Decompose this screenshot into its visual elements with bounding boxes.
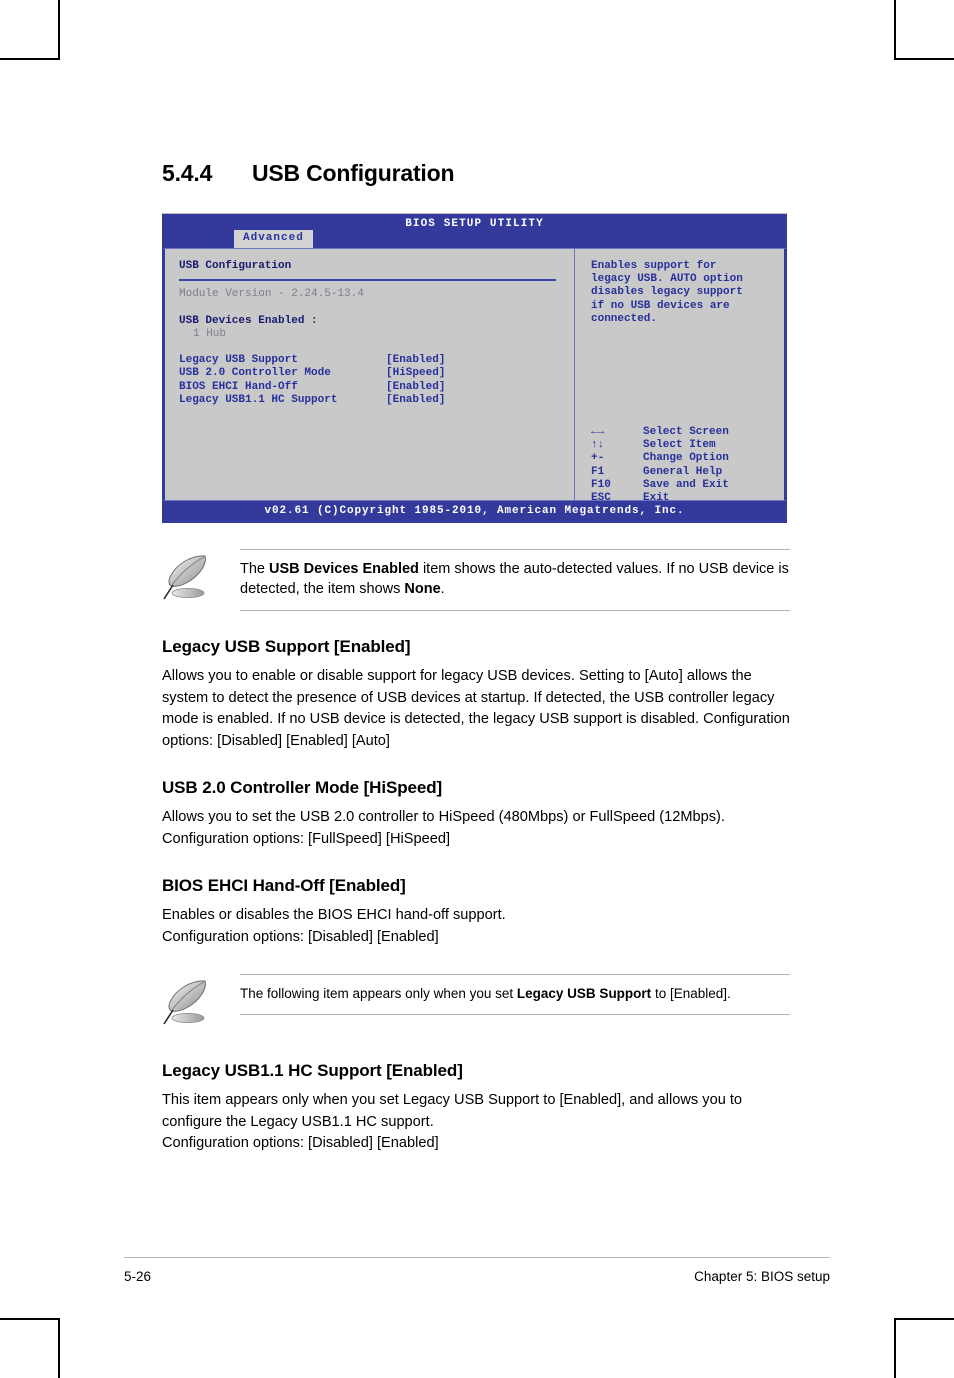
note-text: The USB Devices Enabled item shows the a…	[240, 549, 790, 611]
key-legend-row: ←→ Select Screen	[591, 426, 784, 439]
key-name: ESC	[591, 492, 611, 505]
bios-option-usb-20-controller-mode[interactable]: USB 2.0 Controller Mode [HiSpeed]	[179, 367, 574, 380]
item-body-bios-ehci-hand-off: Enables or disables the BIOS EHCI hand-o…	[162, 907, 506, 945]
crop-mark-bottom-right	[894, 1318, 954, 1378]
crop-mark-bottom-left	[0, 1318, 60, 1378]
note-box-legacy-usb-support-dependency: The following item appears only when you…	[162, 974, 790, 1031]
bios-body: USB Configuration Module Version - 2.24.…	[162, 248, 787, 504]
bios-option-legacy-usb11-hc-support[interactable]: Legacy USB1.1 HC Support [Enabled]	[179, 394, 574, 407]
page-title: 5.4.4 USB Configuration	[162, 160, 790, 187]
key-description: Select Item	[643, 439, 716, 452]
option-value: [Enabled]	[386, 380, 446, 393]
crop-mark-top-right	[894, 0, 954, 60]
option-value: [Enabled]	[386, 393, 446, 406]
page-footer: 5-26 Chapter 5: BIOS setup	[124, 1257, 830, 1284]
bios-devices-enabled-label: USB Devices Enabled :	[179, 314, 318, 327]
option-label: USB 2.0 Controller Mode	[179, 367, 331, 380]
option-label: Legacy USB Support	[179, 354, 298, 367]
note-text-part: to [Enabled].	[651, 986, 731, 1001]
key-legend-row: +- Change Option	[591, 452, 784, 465]
crop-mark-top-left	[0, 0, 60, 60]
key-legend-row: ↑↓ Select Item	[591, 439, 784, 452]
key-name: ↑↓	[591, 439, 605, 452]
bios-tab-advanced[interactable]: Advanced	[234, 229, 313, 248]
quill-pen-icon	[162, 974, 240, 1031]
bios-heading-rule	[179, 279, 556, 282]
item-heading-bios-ehci-hand-off: BIOS EHCI Hand-Off [Enabled]	[162, 876, 406, 895]
item-body-legacy-usb11-hc-support: This item appears only when you set Lega…	[162, 1092, 743, 1151]
key-description: Change Option	[643, 452, 729, 465]
key-name: ←→	[591, 426, 605, 439]
option-label: Legacy USB1.1 HC Support	[179, 393, 338, 406]
note-text: The following item appears only when you…	[240, 974, 790, 1015]
bios-module-version: Module Version - 2.24.5-13.4	[179, 288, 364, 301]
item-heading-usb-20-controller-mode: USB 2.0 Controller Mode [HiSpeed]	[162, 778, 443, 797]
key-description: Exit	[643, 492, 670, 505]
bios-key-legend: ←→ Select Screen ↑↓ Select Item +- Chang…	[591, 426, 784, 505]
note-text-bold: Legacy USB Support	[516, 986, 652, 1001]
key-description: Select Screen	[643, 426, 729, 439]
chapter-label: Chapter 5: BIOS setup	[694, 1269, 830, 1284]
item-heading-legacy-usb-support: Legacy USB Support [Enabled]	[162, 637, 411, 656]
bios-help-text: Enables support for legacy USB. AUTO opt…	[591, 260, 743, 325]
key-name: F1	[591, 465, 605, 478]
bios-help-panel: Enables support for legacy USB. AUTO opt…	[575, 249, 784, 504]
bios-panel-heading: USB Configuration	[179, 260, 292, 272]
bios-option-bios-ehci-hand-off[interactable]: BIOS EHCI Hand-Off [Enabled]	[179, 381, 574, 394]
bios-main-panel: USB Configuration Module Version - 2.24.…	[165, 249, 575, 500]
page-content: 5.4.4 USB Configuration BIOS SETUP UTILI…	[162, 0, 790, 1155]
key-name: F10	[591, 478, 611, 491]
quill-pen-icon	[162, 549, 240, 606]
key-name: +-	[591, 452, 605, 465]
key-legend-row: F10 Save and Exit	[591, 479, 784, 492]
item-body-legacy-usb-support: Allows you to enable or disable support …	[162, 668, 790, 749]
item-heading-legacy-usb11-hc-support: Legacy USB1.1 HC Support [Enabled]	[162, 1061, 463, 1080]
footer-rule	[124, 1257, 830, 1258]
note-text-part: The	[240, 561, 270, 577]
note-text-bold: None	[404, 581, 441, 597]
note-box-usb-devices-enabled: The USB Devices Enabled item shows the a…	[162, 549, 790, 611]
key-description: General Help	[643, 465, 723, 478]
note-text-bold: USB Devices Enabled	[269, 561, 419, 577]
section-title: USB Configuration	[252, 160, 455, 186]
bios-devices-enabled-value: 1 Hub	[193, 327, 227, 340]
bios-title-bar: BIOS SETUP UTILITY Advanced	[162, 214, 787, 248]
key-description: Save and Exit	[643, 478, 729, 491]
page-number: 5-26	[124, 1269, 152, 1284]
note-text-part: The following item appears only when you…	[240, 986, 517, 1001]
bios-option-legacy-usb-support[interactable]: Legacy USB Support [Enabled]	[179, 354, 574, 367]
option-label: BIOS EHCI Hand-Off	[179, 380, 298, 393]
item-body-usb-20-controller-mode: Allows you to set the USB 2.0 controller…	[162, 809, 725, 847]
bios-setup-screen: BIOS SETUP UTILITY Advanced USB Configur…	[162, 213, 787, 523]
key-legend-row: F1 General Help	[591, 466, 784, 479]
note-text-part: .	[440, 581, 445, 597]
section-number: 5.4.4	[162, 160, 213, 186]
key-legend-row: ESC Exit	[591, 492, 784, 505]
option-value: [HiSpeed]	[386, 367, 446, 380]
option-value: [Enabled]	[386, 354, 446, 367]
